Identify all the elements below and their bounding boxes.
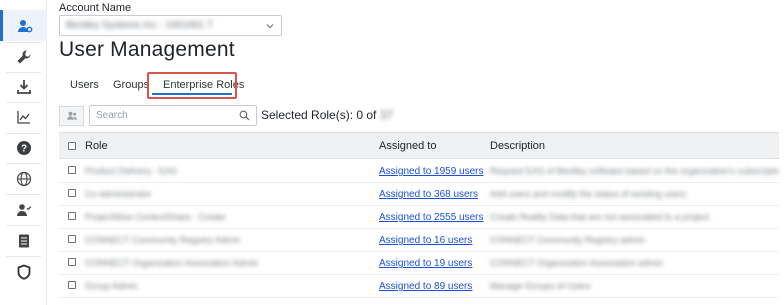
account-value: Bentley Systems Inc - 1001001 T — [66, 20, 214, 31]
assigned-link[interactable]: Assigned to 368 users — [379, 189, 478, 200]
row-checkbox[interactable] — [68, 189, 76, 197]
users-icon — [66, 111, 77, 120]
search-box[interactable] — [89, 105, 257, 126]
assigned-link[interactable]: Assigned to 16 users — [379, 235, 472, 246]
wrench-icon[interactable] — [0, 41, 47, 72]
table-row[interactable]: Product Delivery - EAS Assigned to 1959 … — [59, 160, 779, 183]
role-name: CONNECT Community Registry Admin — [85, 235, 241, 245]
role-description: Request EAS of Bentley software based on… — [490, 166, 779, 176]
svg-text:?: ? — [20, 143, 26, 154]
active-tab-indicator — [152, 93, 232, 95]
table-row[interactable]: CONNECT Organization Association Admin A… — [59, 252, 779, 275]
search-icon[interactable] — [239, 110, 250, 121]
account-select[interactable]: Bentley Systems Inc - 1001001 T — [59, 15, 282, 36]
selected-total: 37 — [379, 108, 394, 122]
assigned-link[interactable]: Assigned to 1959 users — [379, 166, 484, 177]
table-row[interactable]: Co-administrator Assigned to 368 users A… — [59, 183, 779, 206]
assigned-link[interactable]: Assigned to 19 users — [379, 258, 472, 269]
page-title: User Management — [59, 38, 235, 61]
role-description: CONNECT Organization Association admin — [490, 258, 663, 268]
tab-groups[interactable]: Groups — [113, 79, 149, 91]
role-name: Group Admin — [85, 281, 138, 291]
line-chart-icon[interactable] — [0, 101, 47, 132]
tab-users[interactable]: Users — [70, 79, 99, 91]
row-checkbox[interactable] — [68, 212, 76, 220]
table-row[interactable]: CONNECT Community Registry Admin Assigne… — [59, 229, 779, 252]
role-description: Manage Groups of Users — [490, 281, 591, 291]
selected-label: Selected Role(s): 0 of — [261, 108, 377, 122]
assign-users-button[interactable] — [59, 106, 84, 126]
table-row[interactable]: Group Admin Assigned to 89 users Manage … — [59, 275, 779, 298]
role-name: CONNECT Organization Association Admin — [85, 258, 259, 268]
user-settings-icon[interactable] — [0, 10, 47, 41]
role-name: Co-administrator — [85, 189, 152, 199]
role-description: Create Reality Data that are not associa… — [490, 212, 710, 222]
shield-icon[interactable] — [0, 256, 47, 287]
table-row[interactable]: ProjectWise ContextShare - Create Assign… — [59, 206, 779, 229]
row-checkbox[interactable] — [68, 281, 76, 289]
assigned-link[interactable]: Assigned to 2555 users — [379, 212, 484, 223]
chevron-down-icon — [266, 23, 274, 28]
help-icon[interactable]: ? — [0, 132, 47, 163]
role-description: Add users and modify the status of exist… — [490, 189, 687, 199]
document-icon[interactable] — [0, 225, 47, 256]
row-checkbox[interactable] — [68, 166, 76, 174]
role-description: CONNECT Community Registry admin — [490, 235, 645, 245]
table-header: Role Assigned to Description — [59, 132, 779, 159]
account-name-label: Account Name — [59, 2, 132, 14]
role-name: ProjectWise ContextShare - Create — [85, 212, 226, 222]
user-check-icon[interactable] — [0, 194, 47, 225]
role-name: Product Delivery - EAS — [85, 166, 178, 176]
select-all-checkbox[interactable] — [68, 142, 76, 150]
selected-count: Selected Role(s): 0 of 37 — [261, 108, 393, 122]
description-column-header[interactable]: Description — [490, 140, 545, 152]
globe-icon[interactable] — [0, 163, 47, 194]
download-icon[interactable] — [0, 71, 47, 102]
assigned-column-header[interactable]: Assigned to — [379, 140, 436, 152]
left-nav-rail: ? — [0, 0, 47, 305]
role-column-header[interactable]: Role — [85, 140, 108, 152]
assigned-link[interactable]: Assigned to 89 users — [379, 281, 472, 292]
search-input[interactable] — [96, 110, 239, 121]
row-checkbox[interactable] — [68, 258, 76, 266]
row-checkbox[interactable] — [68, 235, 76, 243]
